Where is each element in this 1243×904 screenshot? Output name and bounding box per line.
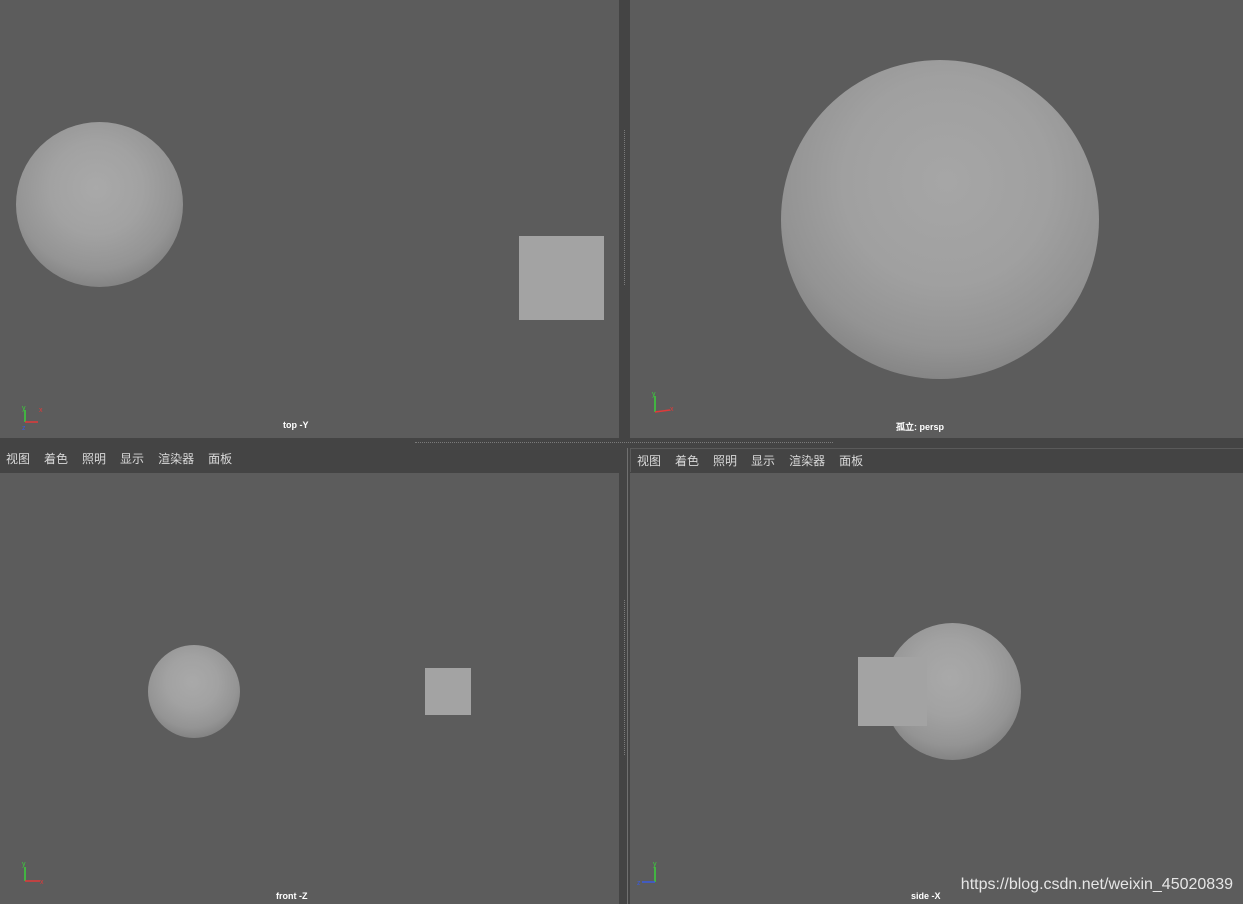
panel-menu-bar-left: 视图 着色 照明 显示 渲染器 面板 (0, 445, 619, 471)
menu-lighting[interactable]: 照明 (707, 452, 745, 469)
axis-gizmo: y x (22, 861, 44, 886)
splitter-handle[interactable] (624, 600, 626, 755)
menu-view[interactable]: 视图 (0, 450, 38, 467)
menu-view[interactable]: 视图 (631, 452, 669, 469)
axis-z-label: z (22, 425, 26, 432)
sphere-object[interactable] (781, 60, 1099, 379)
cube-object[interactable] (858, 657, 927, 726)
maya-four-view-layout: y x z top -Y y x 孤立: persp 视图 着色 照明 显示 渲… (0, 0, 1243, 904)
menu-lighting[interactable]: 照明 (76, 450, 114, 467)
axis-z-label: z (637, 880, 641, 887)
axis-gizmo: y x z (22, 405, 43, 432)
menu-panels[interactable]: 面板 (833, 452, 871, 469)
viewport-persp[interactable]: y x 孤立: persp (630, 0, 1243, 438)
axis-y-label: y (22, 405, 26, 412)
viewport-front[interactable]: y x front -Z (0, 473, 619, 904)
splitter-handle[interactable] (624, 130, 626, 285)
axis-gizmo: y x (652, 391, 674, 413)
sphere-object[interactable] (16, 122, 183, 287)
viewport-side[interactable]: y z side -X (630, 473, 1243, 904)
axis-x-label: x (39, 407, 43, 414)
menu-show[interactable]: 显示 (114, 450, 152, 467)
sphere-object[interactable] (148, 645, 240, 738)
cube-object[interactable] (519, 236, 604, 320)
menu-renderer[interactable]: 渲染器 (783, 452, 833, 469)
panel-border (627, 448, 628, 904)
camera-label-persp: 孤立: persp (896, 422, 945, 432)
splitter-handle[interactable] (415, 442, 833, 444)
camera-label-front: front -Z (276, 891, 308, 901)
panel-menu-bar-right: 视图 着色 照明 显示 渲染器 面板 (630, 448, 1243, 472)
camera-label-top: top -Y (283, 420, 309, 430)
menu-renderer[interactable]: 渲染器 (152, 450, 202, 467)
watermark: https://blog.csdn.net/weixin_45020839 (960, 876, 1233, 893)
axis-y-label: y (22, 861, 26, 868)
axis-gizmo: y z (637, 861, 657, 887)
axis-y-label: y (653, 861, 657, 868)
axis-x-label: x (40, 879, 44, 886)
menu-shading[interactable]: 着色 (38, 450, 76, 467)
axis-x-label: x (670, 406, 674, 413)
menu-panels[interactable]: 面板 (202, 450, 240, 467)
cube-object[interactable] (425, 668, 471, 715)
axis-y-label: y (652, 391, 656, 398)
viewport-top[interactable]: y x z top -Y (0, 0, 619, 438)
camera-label-side: side -X (911, 891, 941, 901)
menu-shading[interactable]: 着色 (669, 452, 707, 469)
menu-show[interactable]: 显示 (745, 452, 783, 469)
